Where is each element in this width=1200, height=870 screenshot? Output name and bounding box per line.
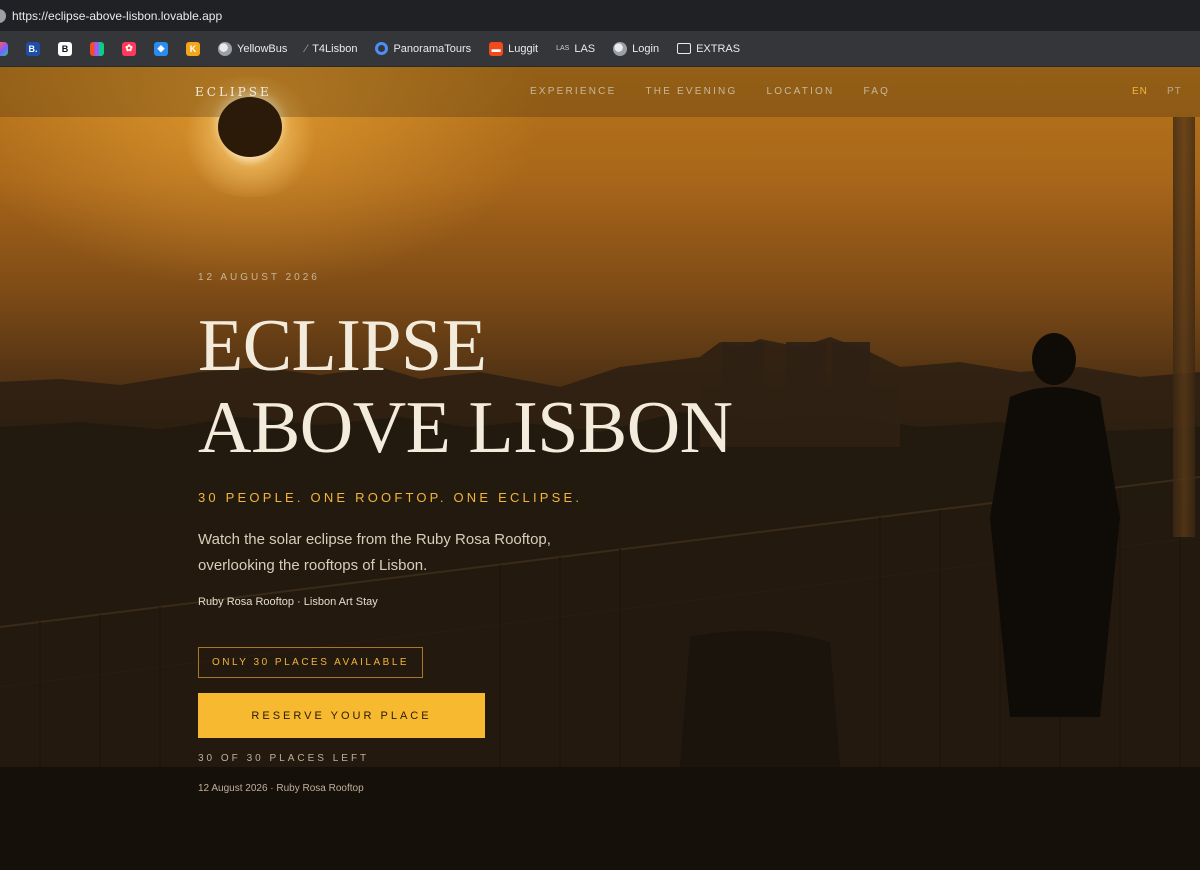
bookmark-airbnb[interactable]: ✿	[118, 37, 140, 61]
bookmark-document[interactable]: B	[54, 37, 76, 61]
bookmark-label: PanoramaTours	[393, 42, 472, 55]
k-icon: K	[186, 41, 200, 56]
bookmark-t4lisbon[interactable]: ⁄ T4Lisbon	[301, 37, 361, 61]
bookmark-luggit[interactable]: ▬ Luggit	[485, 37, 542, 61]
circle-icon	[375, 42, 389, 55]
url-text[interactable]: https://eclipse-above-lisbon.lovable.app	[12, 9, 222, 23]
bookmark-label: Login	[632, 42, 660, 55]
event-footnote: 12 August 2026 · Ruby Rosa Rooftop	[198, 783, 364, 794]
nav-links: EXPERIENCE THE EVENING LOCATION FAQ	[530, 86, 890, 97]
hero-description: Watch the solar eclipse from the Ruby Ro…	[198, 527, 618, 579]
bookmark-las[interactable]: LAS LAS	[552, 37, 599, 61]
nav-link-the-evening[interactable]: THE EVENING	[645, 86, 737, 97]
desc-line-1: Watch the solar eclipse from the Ruby Ro…	[198, 531, 551, 548]
nav-link-experience[interactable]: EXPERIENCE	[530, 86, 616, 97]
multicolor-app-icon	[0, 41, 8, 56]
chair-silhouette	[680, 630, 840, 767]
tagline: 30 PEOPLE. ONE ROOFTOP. ONE ECLIPSE.	[198, 490, 583, 505]
las-icon: LAS	[556, 45, 570, 52]
title-line-1: ECLIPSE	[198, 305, 487, 387]
bookmark-multicolor[interactable]	[0, 37, 12, 61]
luggit-icon: ▬	[489, 41, 504, 56]
globe-icon	[613, 41, 628, 56]
site-info-icon[interactable]	[0, 8, 6, 23]
event-date: 12 AUGUST 2026	[198, 272, 320, 283]
airbnb-icon: ✿	[122, 41, 136, 56]
brand-logo[interactable]: ECLIPSE	[195, 85, 272, 99]
bookmark-label: LAS	[574, 42, 596, 55]
bookmark-extras[interactable]: EXTRAS	[673, 37, 744, 61]
bookmark-yellowbus[interactable]: YellowBus	[214, 37, 291, 61]
bookmark-label: YellowBus	[237, 42, 288, 55]
bookmark-label: Luggit	[508, 42, 539, 55]
lang-en-toggle[interactable]: EN	[1132, 86, 1148, 97]
bookmarks-bar: B. B ✿ ◆ K YellowBus ⁄ T4Lisbon Panorama…	[0, 31, 1200, 67]
document-icon: B	[58, 41, 72, 56]
bookmark-cube[interactable]: ◆	[150, 37, 172, 61]
bookmark-k[interactable]: K	[182, 37, 204, 61]
cube-icon: ◆	[154, 41, 168, 56]
title-line-2: ABOVE LISBON	[198, 387, 733, 469]
pillar-decoration	[1173, 117, 1195, 537]
folder-icon	[677, 43, 692, 54]
places-available-badge: ONLY 30 PLACES AVAILABLE	[198, 647, 423, 678]
bookmark-booking[interactable]: B.	[22, 37, 44, 61]
globe-icon	[218, 41, 232, 56]
bookmark-login[interactable]: Login	[609, 37, 663, 61]
reserve-button[interactable]: RESERVE YOUR PLACE	[198, 693, 485, 738]
desc-line-2: overlooking the rooftops of Lisbon.	[198, 557, 428, 574]
bookmark-panoramatours[interactable]: PanoramaTours	[371, 37, 475, 61]
site-nav: ECLIPSE EXPERIENCE THE EVENING LOCATION …	[0, 67, 1200, 117]
places-left-text: 30 OF 30 PLACES LEFT	[198, 753, 370, 764]
slash-icon: ⁄	[305, 42, 308, 55]
bookmark-label: T4Lisbon	[312, 42, 358, 55]
figma-icon	[90, 41, 104, 56]
nav-link-location[interactable]: LOCATION	[766, 86, 834, 97]
venue-text: Ruby Rosa Rooftop · Lisbon Art Stay	[198, 596, 378, 608]
hero-section: ECLIPSE EXPERIENCE THE EVENING LOCATION …	[0, 67, 1200, 870]
bookmark-figma[interactable]	[86, 37, 108, 61]
bookmark-label: EXTRAS	[696, 42, 741, 55]
page-title: ECLIPSE ABOVE LISBON	[198, 305, 733, 469]
browser-address-bar[interactable]: https://eclipse-above-lisbon.lovable.app	[0, 0, 1200, 31]
nav-link-faq[interactable]: FAQ	[863, 86, 890, 97]
lang-pt-toggle[interactable]: PT	[1167, 86, 1182, 97]
booking-icon: B.	[26, 41, 40, 56]
